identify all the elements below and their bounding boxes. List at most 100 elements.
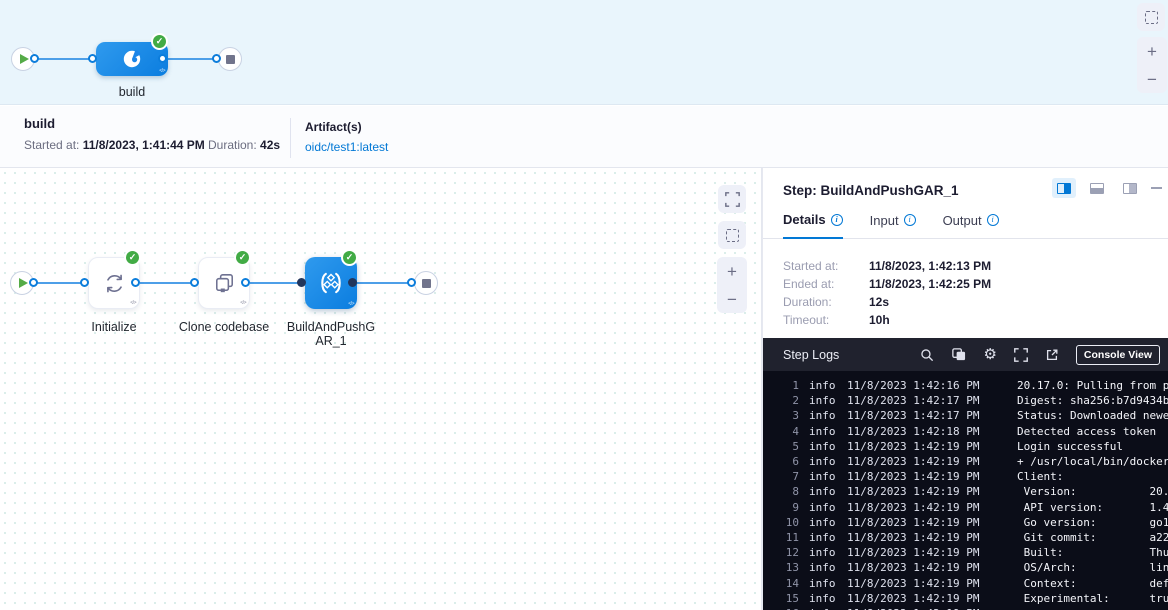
log-line: 7 info 11/8/2023 1:42:19 PM Client: [775, 469, 1168, 484]
step-logs-console[interactable]: 1 info 11/8/2023 1:42:16 PM 20.17.0: Pul… [763, 371, 1168, 610]
detail-row: Started at: 11/8/2023, 1:42:13 PM [783, 260, 991, 273]
canvas-zoom-in-button[interactable]: + [717, 263, 747, 280]
layout-side-view-button[interactable] [1118, 178, 1142, 198]
canvas-zoom-out-button[interactable]: − [717, 291, 747, 308]
tab-output[interactable]: Output i [943, 212, 999, 238]
stage-label: build [96, 85, 168, 99]
log-line: 16 info 11/8/2023 1:42:19 PM [775, 606, 1168, 610]
log-level: info [809, 469, 843, 484]
log-timestamp: 11/8/2023 1:42:18 PM [847, 424, 993, 439]
pipeline-end-node[interactable] [218, 47, 242, 71]
tab-details[interactable]: Details i [783, 212, 843, 239]
code-glyph: </> [240, 300, 246, 306]
stage-started-value: 11/8/2023, 1:41:44 PM [83, 138, 205, 152]
console-view-button[interactable]: Console View [1076, 345, 1160, 365]
log-line: 13 info 11/8/2023 1:42:19 PM OS/Arch: li… [775, 560, 1168, 575]
tab-input[interactable]: Input i [870, 212, 916, 238]
minimize-panel-button[interactable] [1151, 187, 1162, 189]
log-line-number: 7 [775, 469, 799, 484]
log-message: Detected access token [1017, 424, 1156, 439]
info-icon: i [904, 214, 916, 226]
stage-started-label: Started at: [24, 138, 79, 152]
log-line: 2 info 11/8/2023 1:42:17 PM Digest: sha2… [775, 393, 1168, 408]
success-badge: ✓ [124, 249, 141, 266]
log-level: info [809, 515, 843, 530]
log-line-number: 4 [775, 424, 799, 439]
artifact-link[interactable]: oidc/test1:latest [305, 140, 388, 154]
copy-logs-button[interactable] [951, 347, 966, 362]
canvas-marquee-button[interactable] [718, 221, 746, 249]
panel-layout-controls [1052, 178, 1162, 198]
step-logs-title: Step Logs [783, 348, 920, 362]
ci-stage-icon [119, 46, 145, 72]
step-label: BuildAndPushG AR_1 [281, 320, 381, 348]
log-message: + /usr/local/bin/docker version [1017, 454, 1168, 469]
log-level: info [809, 424, 843, 439]
detail-row: Timeout: 10h [783, 314, 991, 327]
log-timestamp: 11/8/2023 1:42:19 PM [847, 545, 993, 560]
log-line: 15 info 11/8/2023 1:42:19 PM Experimenta… [775, 591, 1168, 606]
stage-info-title: build [24, 116, 55, 131]
log-timestamp: 11/8/2023 1:42:19 PM [847, 439, 993, 454]
log-message: 20.17.0: Pulling from plugins/gar [1017, 378, 1168, 393]
log-timestamp: 11/8/2023 1:42:19 PM [847, 576, 993, 591]
port-dot [241, 278, 250, 287]
marquee-icon [726, 229, 739, 242]
search-logs-button[interactable] [920, 348, 934, 362]
detail-value: 12s [869, 296, 889, 309]
execution-end-node[interactable] [414, 271, 438, 295]
log-toolbar: ⚙ Console View [920, 345, 1160, 365]
play-icon [20, 54, 29, 64]
log-line-number: 10 [775, 515, 799, 530]
log-message: Status: Downloaded newer image for p [1017, 408, 1168, 423]
refresh-icon [101, 270, 128, 297]
open-logs-external-button[interactable] [1045, 348, 1059, 362]
log-line-number: 3 [775, 408, 799, 423]
stage-duration-value: 42s [260, 138, 280, 152]
log-settings-button[interactable]: ⚙ [983, 347, 996, 362]
step-panel-tabs: Details i Input i Output i [763, 212, 1168, 239]
external-link-icon [1045, 348, 1059, 362]
code-glyph: </> [159, 68, 165, 74]
log-line: 11 info 11/8/2023 1:42:19 PM Git commit:… [775, 530, 1168, 545]
log-line-number: 6 [775, 454, 799, 469]
artifacts-label: Artifact(s) [305, 120, 362, 134]
success-badge: ✓ [151, 33, 168, 50]
log-line-number: 14 [775, 576, 799, 591]
log-message: Experimental: true [1017, 591, 1168, 606]
layout-right-view-button[interactable] [1052, 178, 1076, 198]
search-icon [920, 348, 934, 362]
log-line-number: 5 [775, 439, 799, 454]
zoom-out-button[interactable]: − [1137, 71, 1167, 88]
layout-bottom-view-button[interactable] [1085, 178, 1109, 198]
layout-split-bottom-icon [1090, 183, 1104, 194]
log-line-number: 1 [775, 378, 799, 393]
detail-value: 11/8/2023, 1:42:13 PM [869, 260, 991, 273]
detail-label: Duration: [783, 296, 869, 309]
divider [290, 118, 291, 158]
log-level: info [809, 500, 843, 515]
canvas-fullscreen-button[interactable] [718, 185, 746, 213]
log-line-number: 13 [775, 560, 799, 575]
log-message: OS/Arch: linux/amd64 [1017, 560, 1168, 575]
detail-value: 11/8/2023, 1:42:25 PM [869, 278, 991, 291]
marquee-select-button[interactable] [1137, 3, 1165, 31]
log-line: 8 info 11/8/2023 1:42:19 PM Version: 20.… [775, 484, 1168, 499]
log-line: 12 info 11/8/2023 1:42:19 PM Built: Thu … [775, 545, 1168, 560]
play-icon [19, 278, 28, 288]
log-level: info [809, 545, 843, 560]
log-timestamp: 11/8/2023 1:42:19 PM [847, 500, 993, 515]
port-dot [348, 278, 357, 287]
gar-plugin-icon [316, 268, 346, 298]
log-fullscreen-button[interactable] [1014, 348, 1028, 362]
step-logs-header: Step Logs ⚙ [763, 338, 1168, 371]
step-panel-title: Step: BuildAndPushGAR_1 [783, 183, 959, 198]
log-timestamp: 11/8/2023 1:42:19 PM [847, 469, 993, 484]
step-details-list: Started at: 11/8/2023, 1:42:13 PM Ended … [783, 260, 991, 332]
zoom-in-button[interactable]: + [1137, 43, 1167, 60]
stop-icon [422, 279, 431, 288]
detail-value: 10h [869, 314, 890, 327]
execution-canvas[interactable]: </> ✓ Initialize </> ✓ Clone codebase </… [0, 168, 762, 610]
info-icon: i [987, 214, 999, 226]
log-timestamp: 11/8/2023 1:42:19 PM [847, 515, 993, 530]
